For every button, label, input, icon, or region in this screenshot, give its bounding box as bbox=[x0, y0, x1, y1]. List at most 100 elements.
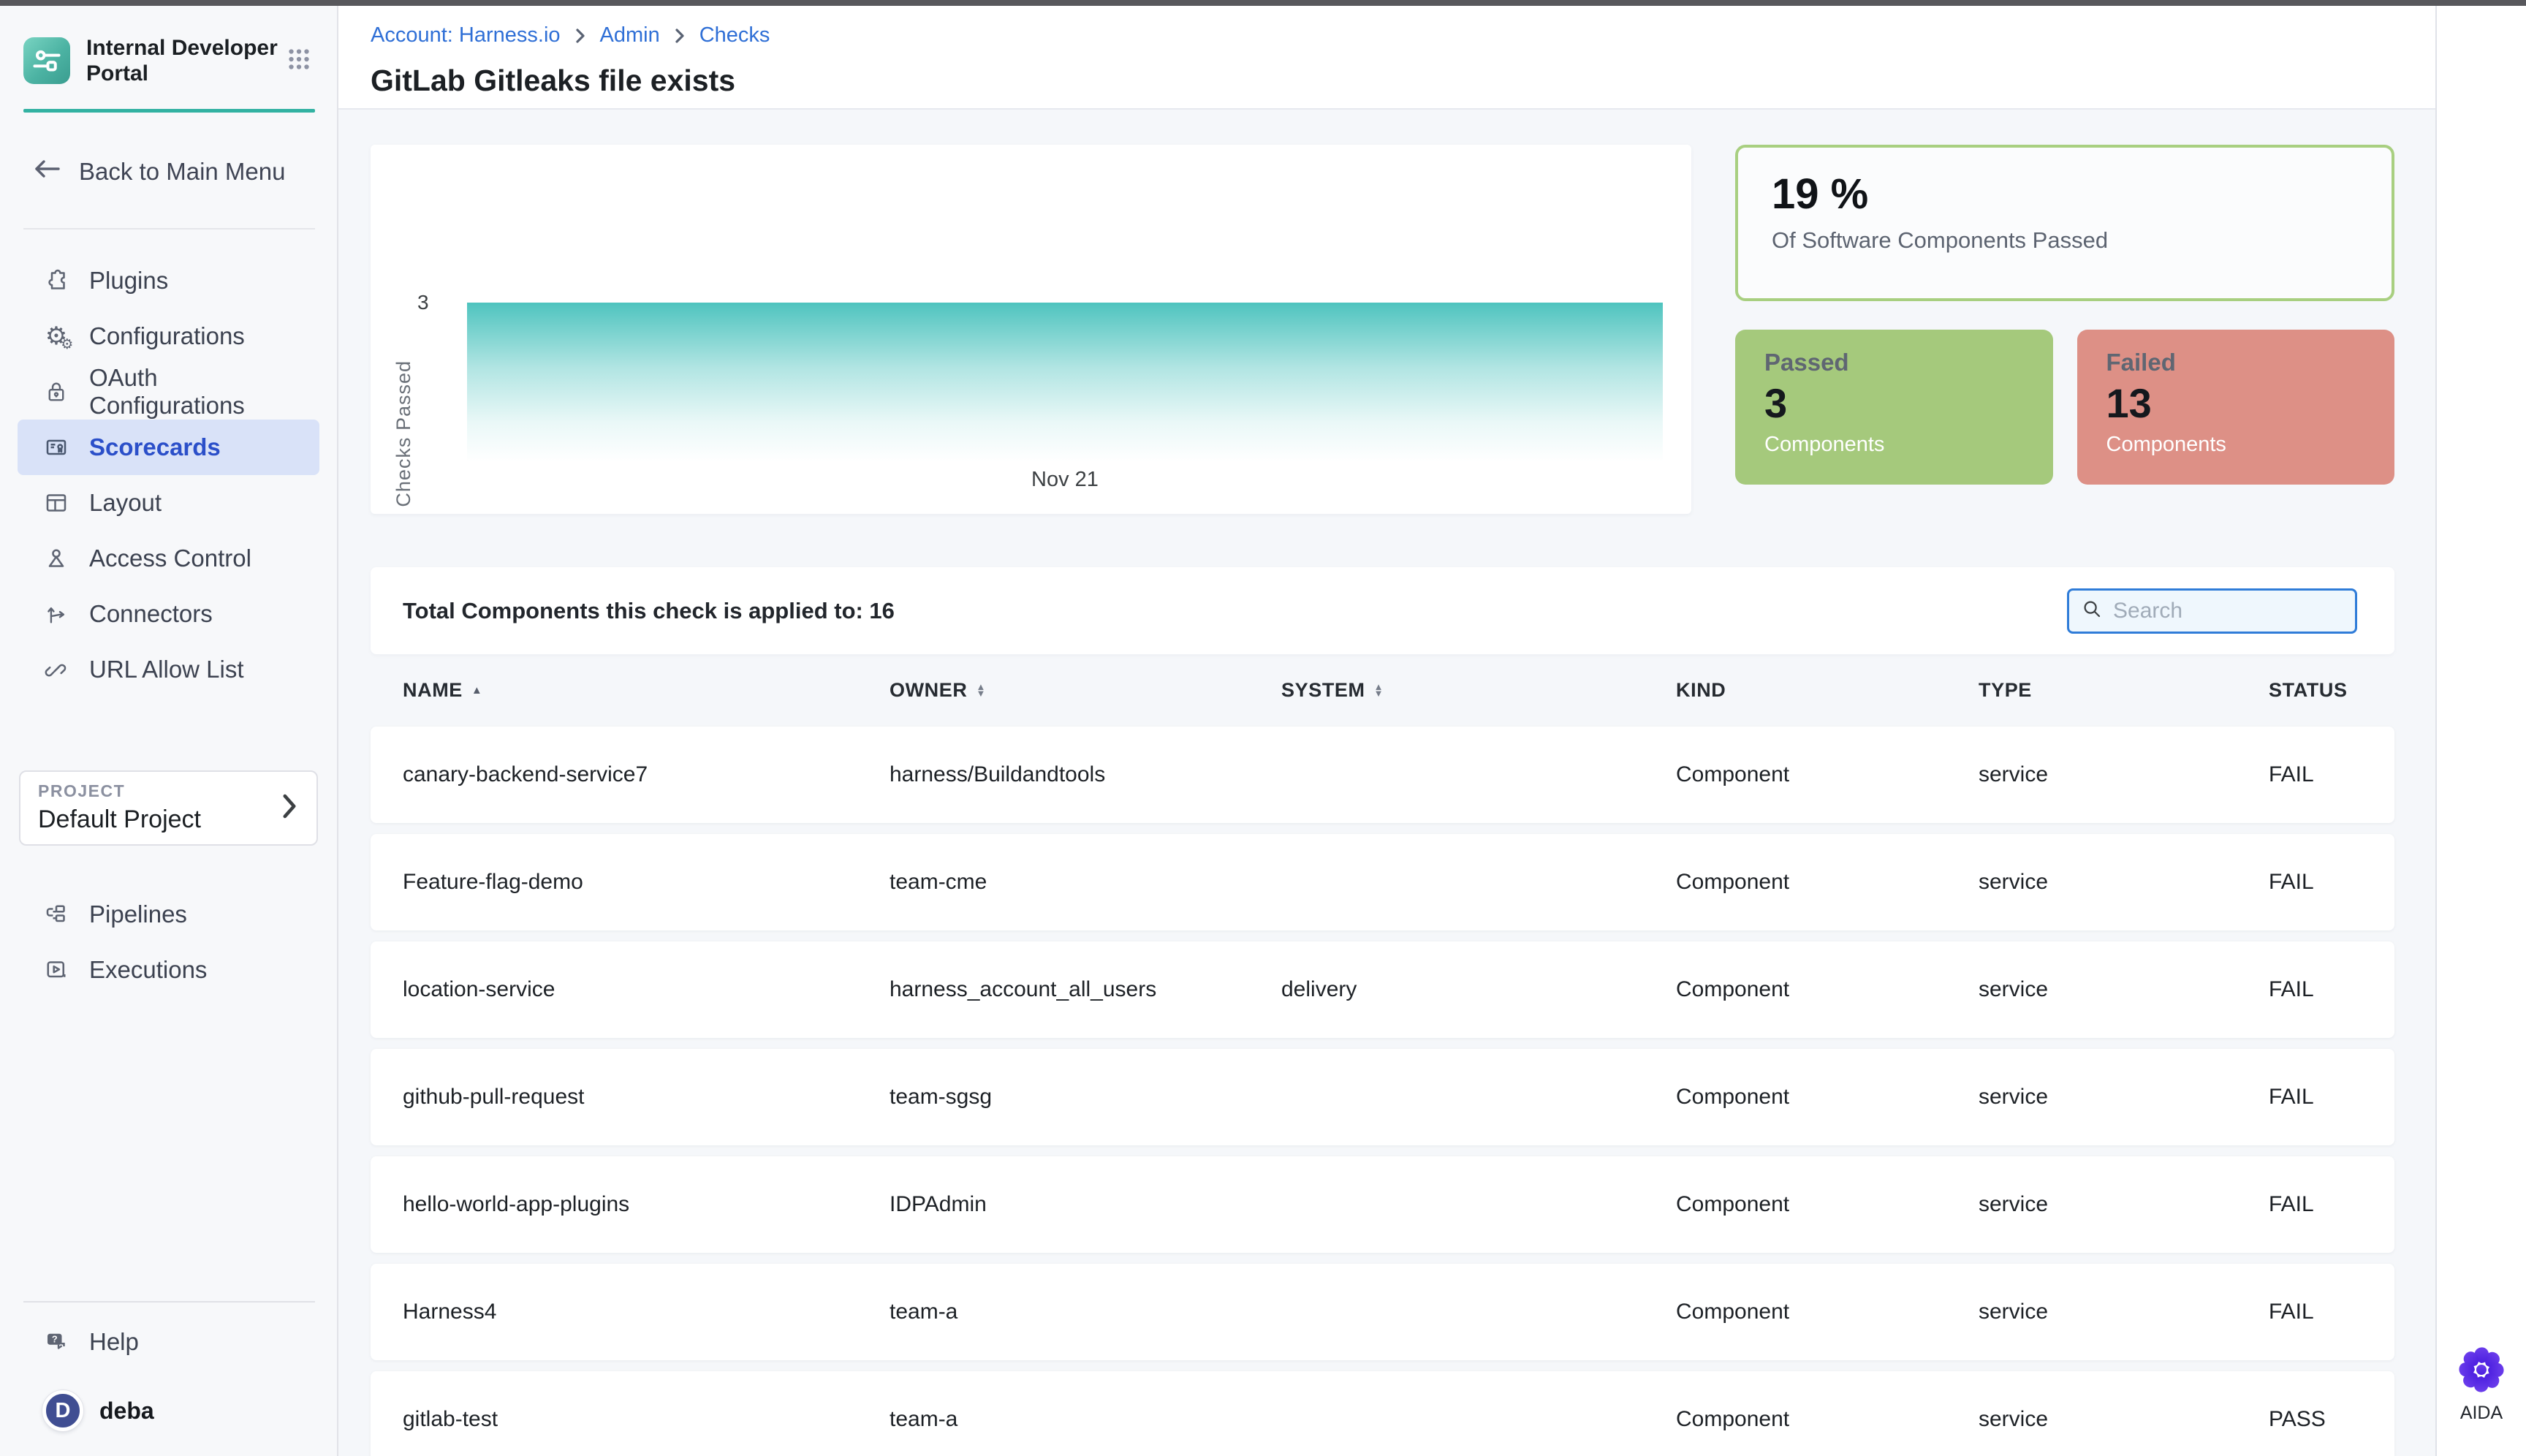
cell-status: FAIL bbox=[2269, 1192, 2394, 1217]
play-icon bbox=[42, 956, 70, 984]
sidebar-bottom: ? Help D deba bbox=[0, 1301, 337, 1456]
scorecard-icon bbox=[42, 433, 70, 461]
table-row[interactable]: github-pull-request team-sgsg Component … bbox=[371, 1049, 2394, 1145]
percent-caption: Of Software Components Passed bbox=[1772, 227, 2358, 254]
sidebar-divider bbox=[23, 1301, 315, 1303]
sidebar-item-label: Layout bbox=[89, 489, 162, 517]
svg-text:?: ? bbox=[52, 1334, 58, 1345]
cell-owner: IDPAdmin bbox=[890, 1192, 1281, 1217]
page-header: Account: Harness.io Admin Checks GitLab … bbox=[338, 6, 2435, 110]
chevron-right-icon bbox=[280, 794, 299, 822]
cell-kind: Component bbox=[1676, 1407, 1979, 1432]
cell-name: Harness4 bbox=[403, 1300, 890, 1324]
sidebar-item-executions[interactable]: Executions bbox=[18, 942, 319, 998]
sort-icon: ▲▼ bbox=[976, 684, 986, 696]
column-header-owner[interactable]: OWNER ▲▼ bbox=[890, 679, 1281, 702]
gears-icon: ⚙⚙ bbox=[42, 322, 70, 350]
cell-type: service bbox=[1979, 870, 2269, 895]
table-row[interactable]: Feature-flag-demo team-cme Component ser… bbox=[371, 834, 2394, 930]
column-header-system[interactable]: SYSTEM ▲▼ bbox=[1281, 679, 1676, 702]
search-input[interactable] bbox=[2112, 598, 2343, 624]
sidebar-item-label: Pipelines bbox=[89, 900, 187, 928]
column-label: STATUS bbox=[2269, 679, 2348, 702]
cell-status: FAIL bbox=[2269, 870, 2394, 895]
column-header-name[interactable]: NAME ▲ bbox=[403, 679, 890, 702]
app-title: Internal Developer Portal bbox=[86, 35, 283, 87]
sidebar-item-scorecards[interactable]: Scorecards bbox=[18, 420, 319, 475]
user-menu[interactable]: D deba bbox=[42, 1390, 319, 1431]
app-root: Internal Developer Portal Back to Main M… bbox=[0, 6, 2526, 1456]
cell-owner: team-sgsg bbox=[890, 1085, 1281, 1110]
table-row[interactable]: location-service harness_account_all_use… bbox=[371, 941, 2394, 1038]
sidebar-item-label: URL Allow List bbox=[89, 656, 244, 683]
chevron-right-icon bbox=[673, 27, 686, 45]
sidebar-item-plugins[interactable]: Plugins bbox=[18, 253, 319, 308]
sidebar-item-layout[interactable]: Layout bbox=[18, 475, 319, 531]
sidebar-item-label: Executions bbox=[89, 956, 207, 984]
puzzle-icon bbox=[42, 267, 70, 295]
column-header-type[interactable]: TYPE bbox=[1979, 679, 2269, 702]
components-table-section: Total Components this check is applied t… bbox=[371, 567, 2394, 1456]
column-header-kind[interactable]: KIND bbox=[1676, 679, 1979, 702]
percent-value: 19 % bbox=[1772, 170, 2358, 219]
breadcrumb-checks[interactable]: Checks bbox=[699, 23, 770, 48]
sidebar-item-label: OAuth Configurations bbox=[89, 364, 319, 420]
cell-owner: team-a bbox=[890, 1407, 1281, 1432]
stats-column: 19 % Of Software Components Passed Passe… bbox=[1735, 145, 2394, 514]
cell-status: FAIL bbox=[2269, 1300, 2394, 1324]
table-header: NAME ▲ OWNER ▲▼ SYSTEM ▲▼ KIND bbox=[371, 654, 2394, 727]
column-label: OWNER bbox=[890, 679, 968, 702]
aida-button[interactable]: AIDA bbox=[2458, 1346, 2505, 1424]
cell-name: gitlab-test bbox=[403, 1407, 890, 1432]
chevron-right-icon bbox=[574, 27, 587, 45]
search-box[interactable] bbox=[2067, 588, 2357, 634]
table-row[interactable]: gitlab-test team-a Component service PAS… bbox=[371, 1371, 2394, 1456]
table-row[interactable]: hello-world-app-plugins IDPAdmin Compone… bbox=[371, 1156, 2394, 1253]
sidebar-item-help[interactable]: ? Help bbox=[18, 1314, 319, 1370]
connectors-icon bbox=[42, 600, 70, 628]
project-name: Default Project bbox=[38, 805, 280, 834]
passed-caption: Components bbox=[1764, 433, 2024, 457]
failed-caption: Components bbox=[2106, 433, 2366, 457]
back-to-main-menu[interactable]: Back to Main Menu bbox=[32, 158, 315, 186]
window-top-bar bbox=[0, 0, 2526, 6]
project-selector[interactable]: PROJECT Default Project bbox=[19, 770, 318, 846]
failed-label: Failed bbox=[2106, 349, 2366, 376]
breadcrumb-admin[interactable]: Admin bbox=[600, 23, 660, 48]
sidebar-header: Internal Developer Portal bbox=[23, 35, 315, 87]
sidebar-item-oauth-configurations[interactable]: OAuth Configurations bbox=[18, 364, 319, 420]
cell-status: FAIL bbox=[2269, 1085, 2394, 1110]
table-row[interactable]: Harness4 team-a Component service FAIL bbox=[371, 1264, 2394, 1360]
cell-owner: harness/Buildandtools bbox=[890, 762, 1281, 787]
cell-status: FAIL bbox=[2269, 977, 2394, 1002]
cell-owner: team-cme bbox=[890, 870, 1281, 895]
sidebar-item-connectors[interactable]: Connectors bbox=[18, 586, 319, 642]
sidebar-item-url-allow-list[interactable]: URL Allow List bbox=[18, 642, 319, 697]
breadcrumb-account[interactable]: Account: Harness.io bbox=[371, 23, 561, 48]
cell-name: Feature-flag-demo bbox=[403, 870, 890, 895]
pipelines-icon bbox=[42, 900, 70, 928]
cell-type: service bbox=[1979, 1300, 2269, 1324]
sidebar-item-access-control[interactable]: Access Control bbox=[18, 531, 319, 586]
cell-type: service bbox=[1979, 762, 2269, 787]
cell-name: canary-backend-service7 bbox=[403, 762, 890, 787]
apps-grid-icon[interactable] bbox=[283, 43, 315, 79]
help-chat-icon: ? bbox=[42, 1328, 70, 1356]
sidebar-divider bbox=[23, 228, 315, 230]
column-header-status[interactable]: STATUS bbox=[2269, 679, 2394, 702]
column-label: TYPE bbox=[1979, 679, 2032, 702]
cell-type: service bbox=[1979, 977, 2269, 1002]
sidebar-item-configurations[interactable]: ⚙⚙ Configurations bbox=[18, 308, 319, 364]
column-label: KIND bbox=[1676, 679, 1726, 702]
avatar: D bbox=[42, 1390, 83, 1431]
pass-fail-row: Passed 3 Components Failed 13 Components bbox=[1735, 330, 2394, 485]
back-label: Back to Main Menu bbox=[79, 158, 285, 186]
cell-kind: Component bbox=[1676, 1085, 1979, 1110]
aida-flower-icon bbox=[2458, 1346, 2505, 1397]
cell-kind: Component bbox=[1676, 977, 1979, 1002]
sidebar-item-pipelines[interactable]: Pipelines bbox=[18, 887, 319, 942]
chart-area-series bbox=[467, 303, 1663, 462]
table-row[interactable]: canary-backend-service7 harness/Buildand… bbox=[371, 727, 2394, 823]
column-label: NAME bbox=[403, 679, 463, 702]
cell-kind: Component bbox=[1676, 1300, 1979, 1324]
